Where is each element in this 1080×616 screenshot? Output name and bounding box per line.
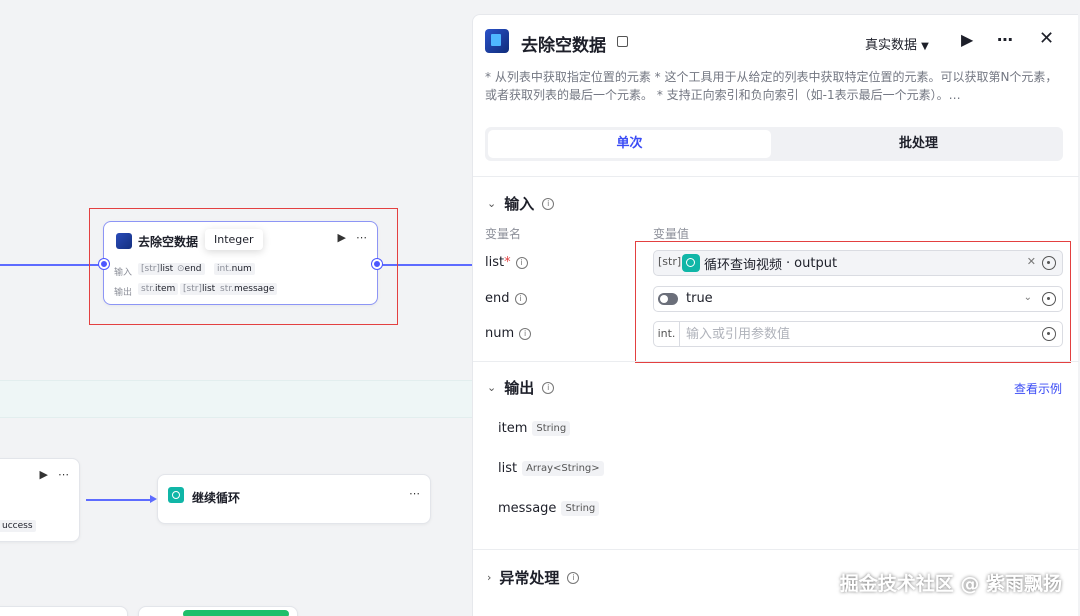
tool-icon [485, 29, 509, 53]
col-header-name: 变量名 [485, 227, 522, 241]
chevron-down-icon: ⌄ [487, 197, 497, 210]
more-icon[interactable]: ⋯ [58, 468, 69, 481]
output-row: message String [498, 501, 600, 516]
node-bottom-partial[interactable] [0, 606, 128, 616]
node-continue-loop[interactable]: 继续循环 ⋯ [157, 474, 431, 524]
info-icon[interactable]: i [519, 327, 532, 340]
output-row: list Array<String> [498, 461, 604, 476]
divider [473, 176, 1079, 177]
watermark: 掘金技术社区 @ 紫雨飘扬 [839, 573, 1062, 595]
info-icon[interactable]: i [542, 197, 555, 210]
type-badge: String [532, 421, 571, 436]
highlight-box [635, 241, 1071, 363]
node-output-tag: uccess [0, 520, 36, 532]
info-icon[interactable]: i [567, 571, 580, 584]
caret-down-icon: ▼ [921, 41, 929, 52]
loop-body-band [0, 380, 472, 418]
edge-into-node [0, 264, 100, 266]
run-icon[interactable]: ▶ [961, 30, 973, 49]
var-name-num: num i [485, 326, 532, 341]
divider [473, 361, 1079, 362]
var-name-list: list * i [485, 255, 528, 270]
var-name-end: end i [485, 291, 527, 306]
node-partial[interactable]: ▶ ⋯ uccess [0, 458, 80, 542]
panel-title[interactable]: 去除空数据 [521, 31, 606, 56]
close-icon[interactable]: ✕ [1039, 28, 1054, 49]
highlight-box [89, 208, 398, 325]
divider [473, 549, 1079, 550]
info-icon[interactable]: i [515, 256, 528, 269]
loop-icon [168, 487, 184, 503]
arrow-head-icon [150, 495, 157, 503]
info-icon[interactable]: i [542, 381, 555, 394]
tab-single[interactable]: 单次 [488, 130, 771, 158]
output-row: item String [498, 421, 571, 436]
chevron-down-icon: ⌄ [487, 381, 497, 394]
workflow-canvas[interactable]: 去除空数据 ▶ ⋯ 输入 [str]list ⊙end int.num 输出 s… [0, 0, 472, 616]
more-icon[interactable]: ⋯ [997, 30, 1013, 49]
node-config-panel: 去除空数据 真实数据 ▼ ▶ ⋯ ✕ * 从列表中获取指定位置的元素 * 这个工… [472, 14, 1079, 616]
chevron-right-icon: › [487, 571, 492, 584]
type-badge: Array<String> [522, 461, 604, 476]
node-bottom-partial[interactable] [138, 606, 298, 616]
info-icon[interactable]: i [514, 292, 527, 305]
more-icon[interactable]: ⋯ [409, 487, 420, 500]
status-bar [183, 610, 289, 616]
edge-to-continue [86, 499, 152, 501]
tab-batch[interactable]: 批处理 [777, 130, 1060, 158]
node-title: 继续循环 [192, 491, 241, 505]
type-badge: String [561, 501, 600, 516]
view-example-link[interactable]: 查看示例 [1014, 380, 1062, 397]
exception-section-header[interactable]: › 异常处理 i [487, 567, 580, 588]
run-node-icon[interactable]: ▶ [40, 468, 48, 481]
data-mode-select[interactable]: 真实数据 ▼ [865, 34, 929, 53]
edit-icon[interactable] [617, 36, 628, 47]
input-section-header[interactable]: ⌄ 输入 i [487, 193, 555, 214]
run-mode-tabs: 单次 批处理 [485, 127, 1063, 161]
col-header-value: 变量值 [653, 227, 690, 241]
output-section-header[interactable]: ⌄ 输出 i [487, 377, 555, 398]
tool-description: * 从列表中获取指定位置的元素 * 这个工具用于从给定的列表中获取特定位置的元素… [485, 70, 1058, 102]
